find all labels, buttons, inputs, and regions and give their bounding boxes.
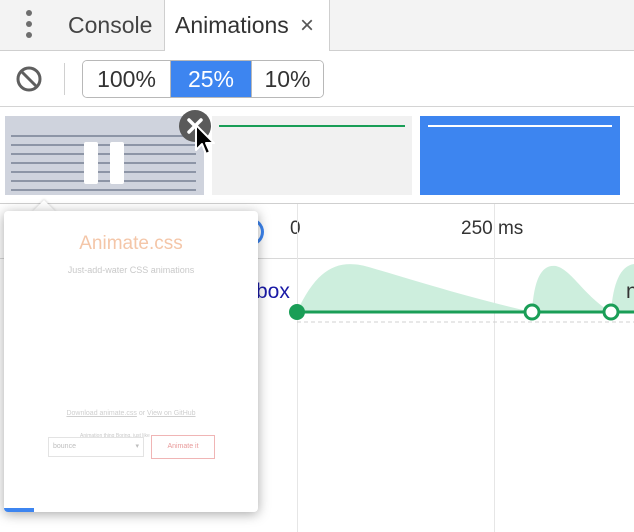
toolbar-divider (64, 63, 65, 95)
preview-select-value: bounce (53, 443, 76, 450)
animated-node-label-2[interactable]: n (626, 280, 634, 304)
chevron-down-icon: ▾ (135, 443, 139, 450)
speed-100-button[interactable]: 100% (83, 61, 171, 97)
animation-group-selected[interactable] (5, 116, 204, 195)
keyframe-mid[interactable] (523, 303, 541, 321)
tab-bar: Console Animations × (0, 0, 634, 52)
preview-progress-bar (4, 508, 34, 512)
mouse-cursor-icon (195, 124, 217, 163)
keyframe-start[interactable] (289, 304, 305, 320)
speed-10-button[interactable]: 10% (251, 61, 323, 97)
preview-title: Animate.css (79, 233, 183, 254)
preview-animate-button: Animate it (151, 435, 215, 459)
preview-download-link: Download animate.css (66, 410, 137, 417)
tab-console-label: Console (68, 12, 153, 38)
animation-screenshot-popover: Animate.css Just-add-water CSS animation… (4, 211, 258, 512)
animation-group-3[interactable] (420, 116, 620, 195)
block-icon[interactable] (15, 65, 43, 93)
preview-links: Download animate.css or View on GitHub (4, 410, 258, 417)
pause-icon (84, 142, 98, 184)
tab-console[interactable]: Console (68, 0, 152, 51)
keyframe-end[interactable] (602, 303, 620, 321)
tab-animations[interactable]: Animations × (164, 0, 330, 52)
tab-animations-label: Animations (175, 12, 289, 38)
animation-group-2[interactable] (212, 116, 412, 195)
preview-subtitle: Just-add-water CSS animations (67, 265, 195, 275)
animations-toolbar: 100% 25% 10% (0, 51, 634, 107)
animation-groups-strip (0, 108, 634, 204)
close-icon[interactable]: × (300, 0, 314, 51)
more-options-icon[interactable] (22, 10, 36, 40)
speed-25-button[interactable]: 25% (171, 61, 251, 97)
preview-select: bounce ▾ (48, 437, 144, 457)
animated-node-label[interactable]: box (256, 280, 290, 304)
preview-github-link: View on GitHub (147, 410, 196, 417)
playback-speed-group: 100% 25% 10% (82, 60, 324, 98)
preview-or-text: or (138, 410, 146, 417)
